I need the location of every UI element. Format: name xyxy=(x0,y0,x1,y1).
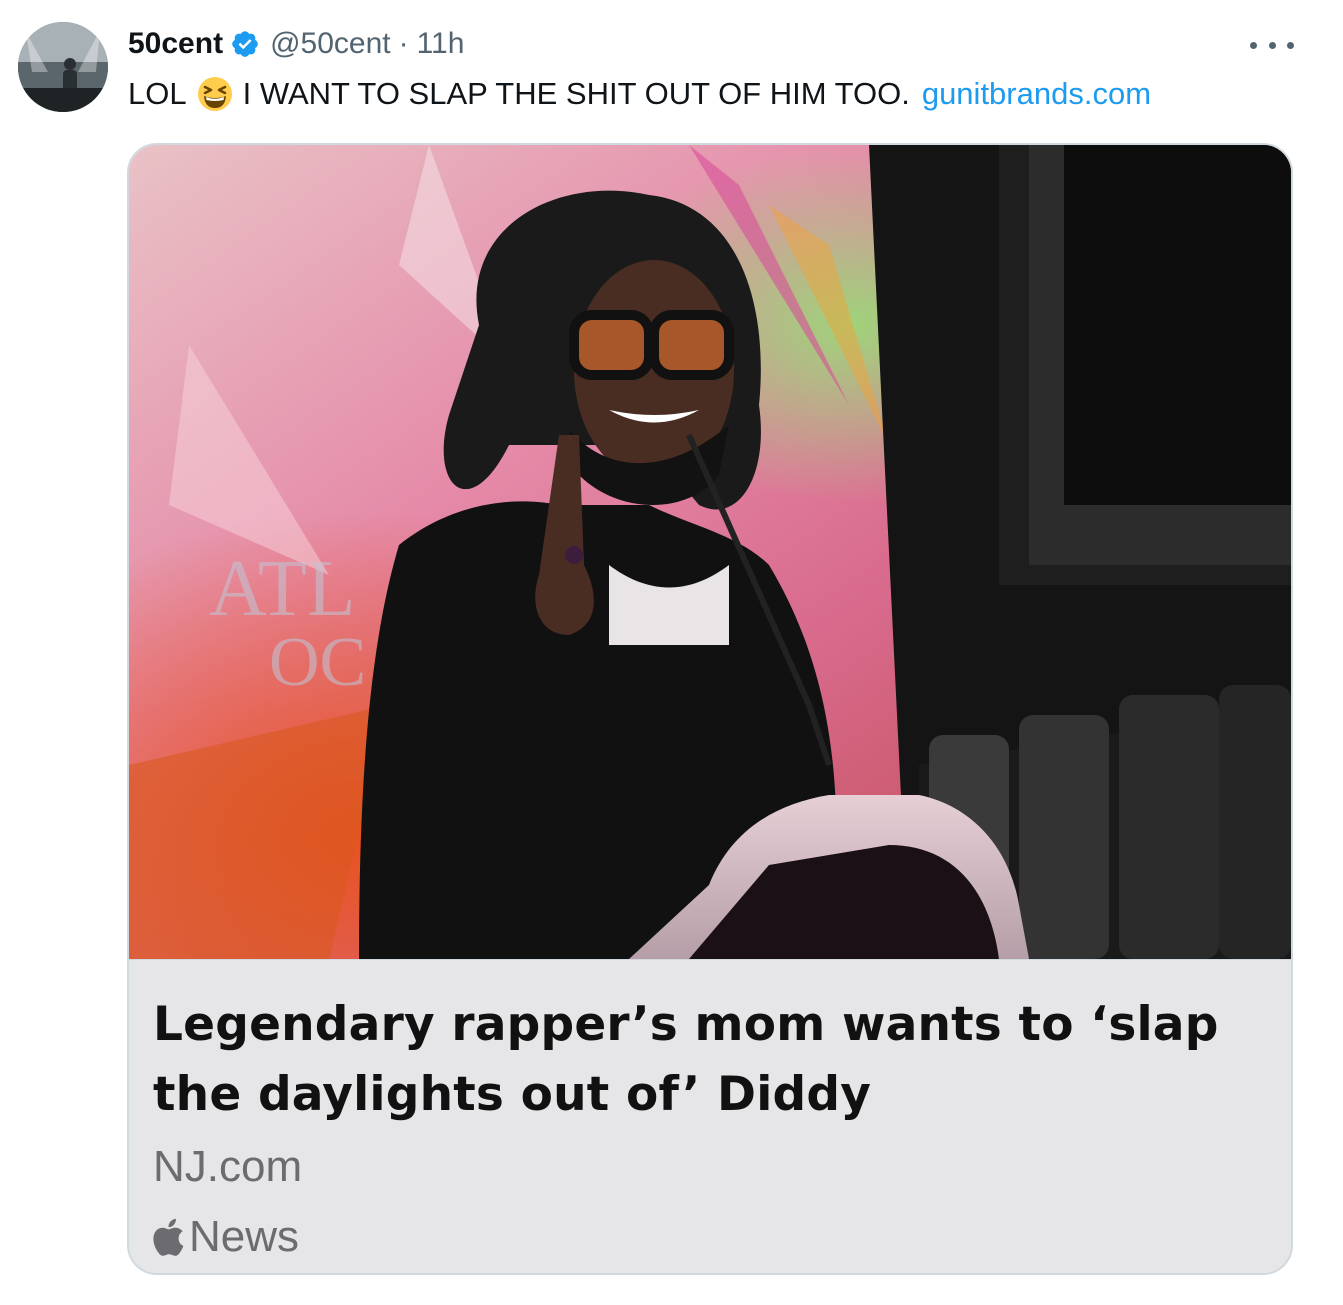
tweet-text-lol: LOL xyxy=(128,76,187,111)
more-options-icon-dot xyxy=(1287,41,1294,49)
tweet-link[interactable]: gunitbrands.com xyxy=(922,72,1151,116)
card-title[interactable]: Legendary rapper’s mom wants to ‘slap th… xyxy=(153,990,1263,1130)
tweet-header: 50cent @50cent · 11h xyxy=(128,22,464,66)
more-options-icon xyxy=(1250,41,1257,49)
article-photo: ATL OC xyxy=(129,145,1291,959)
author-avatar[interactable] xyxy=(18,22,108,112)
more-options-button[interactable] xyxy=(1250,30,1294,60)
background-lettering-2: OC xyxy=(269,624,366,701)
verified-badge-icon[interactable] xyxy=(230,29,260,59)
author-display-name[interactable]: 50cent xyxy=(128,27,223,61)
more-options-icon-dot xyxy=(1268,41,1276,49)
card-image: ATL OC xyxy=(129,145,1291,959)
tweet-text: LOL I WANT TO SLAP THE SHIT OUT OF HIM T… xyxy=(128,72,1151,116)
card-brand-label: News xyxy=(189,1212,300,1261)
card-body: Legendary rapper’s mom wants to ‘slap th… xyxy=(129,959,1291,1273)
grinning-squinting-face-emoji-icon xyxy=(197,77,232,111)
separator-dot: · xyxy=(398,27,409,60)
user-avatar-image xyxy=(18,22,108,112)
tweet-text-main: I WANT TO SLAP THE SHIT OUT OF HIM TOO. xyxy=(242,76,910,111)
author-handle[interactable]: @50cent xyxy=(270,27,391,61)
background-lettering: ATL xyxy=(209,545,356,633)
card-brand: News xyxy=(151,1212,299,1262)
link-preview-card[interactable]: ATL OC Legendary rapper’s mom wants to ‘… xyxy=(127,143,1293,1275)
apple-icon xyxy=(153,1218,184,1256)
tweet-timestamp[interactable]: 11h xyxy=(417,27,465,61)
card-source: NJ.com xyxy=(153,1142,303,1191)
